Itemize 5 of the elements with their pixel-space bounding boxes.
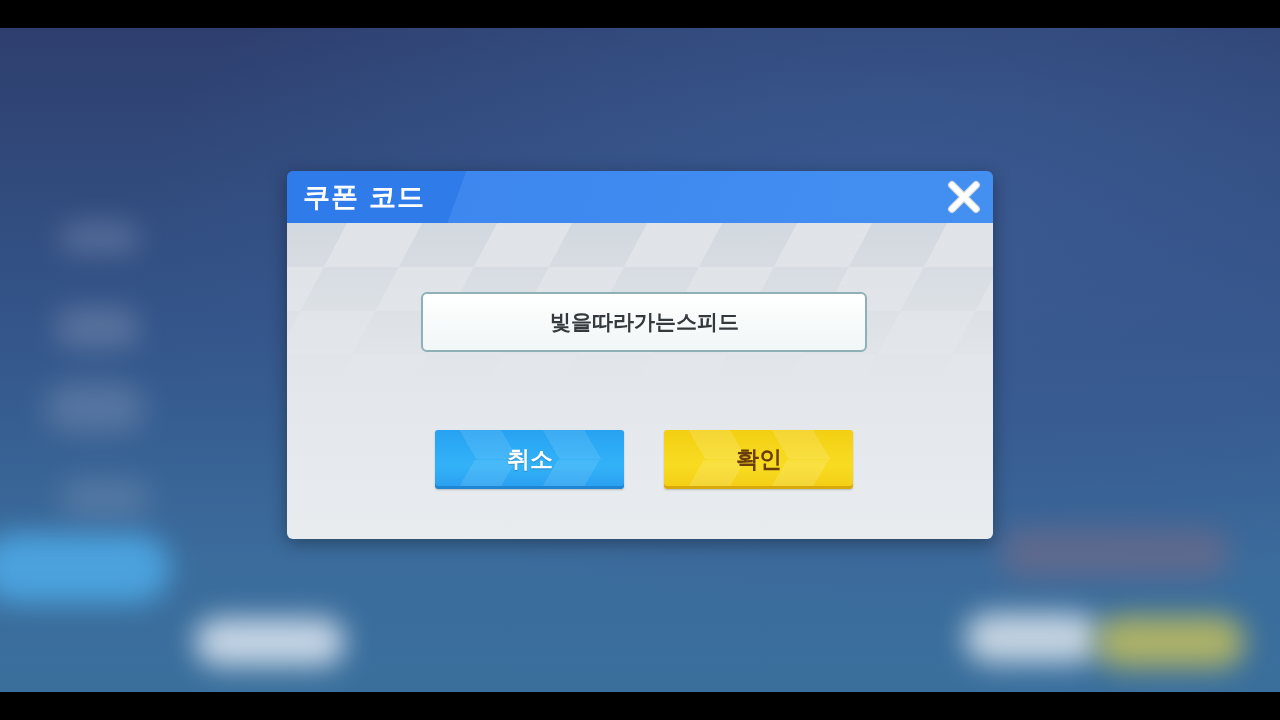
close-button[interactable] <box>947 180 981 214</box>
confirm-button[interactable]: 확인 <box>664 430 853 489</box>
dialog-title: 쿠폰 코드 <box>303 180 426 214</box>
close-icon <box>947 180 981 214</box>
coupon-code-field[interactable]: 빛을따라가는스피드 <box>421 292 867 352</box>
